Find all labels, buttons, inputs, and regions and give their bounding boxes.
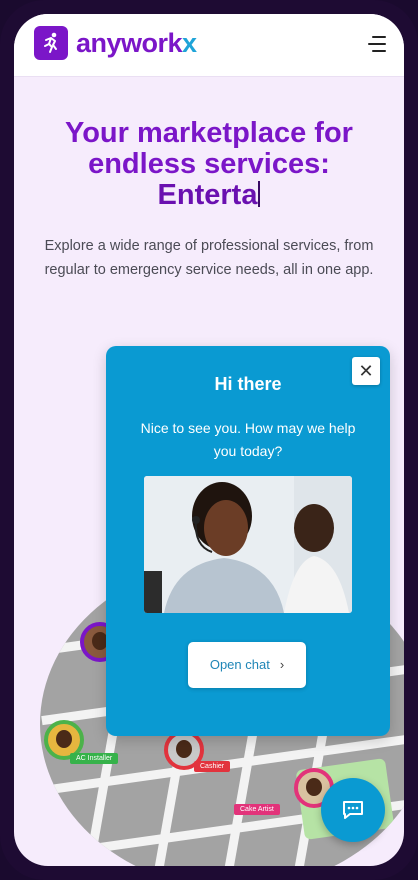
map-tag-cake-artist: Cake Artist [234, 804, 280, 815]
open-chat-label: Open chat [209, 657, 270, 672]
typing-cursor [258, 181, 261, 207]
map-tag-ac-installer: AC Installer [70, 753, 119, 764]
chat-title: Hi there [214, 374, 282, 394]
hero-title-line2: endless services: [88, 148, 330, 180]
brand-logo[interactable]: anyworkx [76, 28, 197, 58]
chat-bubble-icon [343, 801, 363, 819]
brand-name: anywork [76, 28, 183, 58]
open-chat-button[interactable]: Open chat › [188, 642, 306, 688]
hero-title-line1: Your marketplace for [65, 117, 353, 149]
hero-title: Your marketplace for endless services: E… [34, 118, 384, 211]
device-frame: anyworkx Your marketplace for endless se… [0, 0, 418, 880]
hero-typed-text: Enterta [157, 179, 258, 211]
support-agent-photo [144, 476, 352, 613]
runner-logo-icon[interactable] [34, 26, 68, 60]
top-navbar: anyworkx [14, 14, 404, 77]
chevron-right-icon: › [279, 657, 285, 672]
hero-typed-line: Enterta [34, 180, 384, 211]
menu-icon[interactable] [368, 36, 386, 52]
map-tag-cashier: Cashier [194, 761, 231, 772]
chat-message: Nice to see you. How may we help you tod… [140, 420, 356, 459]
brand-name-accent: x [182, 28, 197, 58]
hero-subtitle: Explore a wide range of professional ser… [44, 238, 374, 278]
screen: anyworkx Your marketplace for endless se… [14, 14, 404, 866]
chat-launcher-button[interactable] [321, 778, 385, 842]
